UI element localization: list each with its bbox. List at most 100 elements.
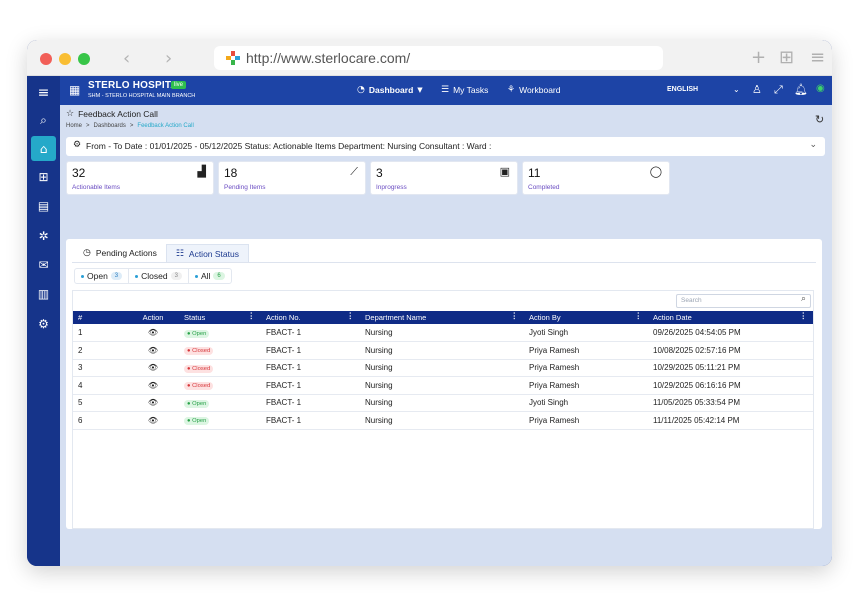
refresh-icon[interactable]: ↻	[815, 113, 824, 126]
action-by: Jyoti Singh	[524, 324, 648, 342]
table-row[interactable]: 6 👁︎ ● Open FBACT- 1 Nursing Priya Rames…	[73, 411, 813, 430]
stat-card-inprogress[interactable]: 3 Inprogress ▣	[370, 161, 518, 195]
column-menu-icon[interactable]: ⋮	[248, 311, 256, 320]
close-window-button[interactable]	[40, 53, 52, 65]
department-name: Nursing	[360, 394, 524, 412]
view-eye-icon[interactable]: 👁︎	[127, 324, 179, 342]
menu-icon[interactable]: ≡	[31, 80, 56, 105]
chevron-down-icon[interactable]: ⌄	[733, 85, 740, 94]
filter-summary-text: From - To Date : 01/01/2025 - 05/12/2025…	[86, 141, 492, 151]
filter-count: 3	[110, 272, 123, 280]
tab-label: Pending Actions	[95, 248, 157, 258]
stat-label: Pending Items	[224, 184, 266, 191]
search-icon[interactable]: ⌕	[801, 294, 806, 304]
chevron-down-icon[interactable]: ⌄	[809, 140, 817, 150]
stat-card-actionable[interactable]: 32 Actionable Items ▟	[66, 161, 214, 195]
row-number: 2	[73, 341, 127, 360]
branch-name: SHM - STERLO HOSPITAL MAIN BRANCH	[88, 93, 196, 99]
back-arrow-icon[interactable]: ‹	[123, 48, 130, 69]
column-header[interactable]: Action No. ⋮	[261, 311, 360, 324]
column-menu-icon[interactable]: ⋮	[800, 311, 808, 320]
user-pin-icon[interactable]: ♙	[752, 83, 762, 96]
forward-arrow-icon[interactable]: ›	[165, 48, 172, 69]
view-eye-icon[interactable]: 👁︎	[127, 394, 179, 412]
table-row[interactable]: 5 👁︎ ● Open FBACT- 1 Nursing Jyoti Singh…	[73, 394, 813, 412]
file-icon: ▣	[499, 165, 510, 178]
table-row[interactable]: 2 👁︎ ● Closed FBACT- 1 Nursing Priya Ram…	[73, 341, 813, 360]
stat-value: 32	[72, 166, 86, 180]
column-header[interactable]: Status ⋮	[179, 311, 261, 324]
status-text: Open	[192, 330, 207, 337]
nav-dashboard[interactable]: ◔ Dashboard ▼	[357, 85, 423, 95]
address-bar[interactable]: http://www.sterlocare.com/	[214, 46, 663, 70]
row-number: 6	[73, 411, 127, 430]
bullet-icon	[81, 274, 84, 278]
table-container: Search ⌕ # Action Status ⋮ Action No. ⋮ De…	[72, 290, 814, 529]
stat-card-completed[interactable]: 11 Completed ◯	[522, 161, 670, 195]
view-eye-icon[interactable]: 👁︎	[127, 359, 179, 377]
star-icon[interactable]: ☆	[66, 109, 74, 119]
filter-summary-bar[interactable]: ⚙ From - To Date : 01/01/2025 - 05/12/20…	[66, 137, 825, 156]
filter-all-button[interactable]: All 6	[189, 269, 231, 283]
expand-icon[interactable]: ⤢	[774, 83, 783, 97]
nav-my-tasks-label: My Tasks	[453, 85, 489, 95]
nav-workboard-label: Workboard	[519, 85, 561, 95]
stat-card-pending[interactable]: 18 Pending Items ⟋	[218, 161, 366, 195]
nav-my-tasks[interactable]: ☰ My Tasks	[441, 85, 488, 95]
document-icon[interactable]: ▤	[31, 193, 56, 218]
network-icon[interactable]: ✲	[31, 223, 56, 248]
action-number: FBACT- 1	[261, 341, 360, 360]
library-icon[interactable]: ▥	[31, 281, 56, 306]
column-header-label: Action By	[529, 313, 561, 322]
view-eye-icon[interactable]: 👁︎	[127, 376, 179, 395]
nav-workboard[interactable]: ⚘ Workboard	[507, 85, 561, 95]
department-name: Nursing	[360, 341, 524, 360]
column-menu-icon[interactable]: ⋮	[635, 311, 643, 320]
tab-grid-icon[interactable]: ⊞	[779, 47, 794, 68]
search-input[interactable]: Search	[676, 294, 811, 308]
bell-icon[interactable]: 🔔︎	[794, 83, 808, 96]
column-menu-icon[interactable]: ⋮	[511, 311, 519, 320]
browser-window: ‹ › http://www.sterlocare.com/ + ⊞ ≡ ≡ ⌕…	[27, 40, 832, 566]
home-icon[interactable]: ⌂	[31, 136, 56, 161]
action-by: Priya Ramesh	[524, 359, 648, 377]
tab-pending-actions[interactable]: ◷ Pending Actions	[74, 244, 166, 262]
browser-menu-icon[interactable]: ≡	[810, 47, 825, 68]
tab-bar: ◷ Pending Actions ☷ Action Status	[74, 244, 249, 262]
view-eye-icon[interactable]: 👁︎	[127, 411, 179, 430]
language-selector[interactable]: ENGLISH	[667, 86, 698, 93]
table-row[interactable]: 3 👁︎ ● Closed FBACT- 1 Nursing Priya Ram…	[73, 359, 813, 377]
status-badge: ● Closed	[184, 364, 214, 373]
table-row[interactable]: 1 👁︎ ● Open FBACT- 1 Nursing Jyoti Singh…	[73, 324, 813, 342]
breadcrumb-dashboards[interactable]: Dashboards	[94, 123, 126, 129]
chevron-down-icon: ▼	[417, 86, 423, 94]
action-date: 11/05/2025 05:33:54 PM	[648, 394, 813, 412]
maximize-window-button[interactable]	[78, 53, 90, 65]
breadcrumb-current: Feedback Action Call	[137, 123, 194, 129]
table-row[interactable]: 4 👁︎ ● Closed FBACT- 1 Nursing Priya Ram…	[73, 376, 813, 395]
filter-closed-button[interactable]: Closed 3	[129, 269, 189, 283]
mail-icon[interactable]: ✉	[31, 252, 56, 277]
comment-icon: ◯	[649, 165, 662, 178]
status-badge: ● Open	[184, 399, 210, 408]
url-text: http://www.sterlocare.com/	[246, 50, 411, 66]
column-menu-icon[interactable]: ⋮	[347, 311, 355, 320]
filter-open-button[interactable]: Open 3	[75, 269, 130, 283]
view-eye-icon[interactable]: 👁︎	[127, 341, 179, 360]
column-header[interactable]: Department Name ⋮	[360, 311, 524, 324]
grid-icon[interactable]: ⊞	[31, 164, 56, 189]
column-header[interactable]: Action Date ⋮	[648, 311, 813, 324]
gear-icon: ⚙	[73, 140, 82, 150]
stat-value: 18	[224, 166, 238, 180]
nav-dashboard-label: Dashboard	[368, 85, 414, 95]
minimize-window-button[interactable]	[59, 53, 71, 65]
new-tab-icon[interactable]: +	[751, 47, 766, 68]
site-logo-icon	[226, 51, 240, 65]
tab-action-status[interactable]: ☷ Action Status	[165, 244, 249, 262]
column-header[interactable]: Action By ⋮	[524, 311, 648, 324]
page-title: Feedback Action Call	[78, 109, 158, 119]
search-icon[interactable]: ⌕	[31, 108, 56, 133]
settings-icon[interactable]: ⚙	[31, 311, 56, 336]
breadcrumb-home[interactable]: Home	[66, 123, 82, 129]
stat-label: Inprogress	[376, 184, 407, 191]
